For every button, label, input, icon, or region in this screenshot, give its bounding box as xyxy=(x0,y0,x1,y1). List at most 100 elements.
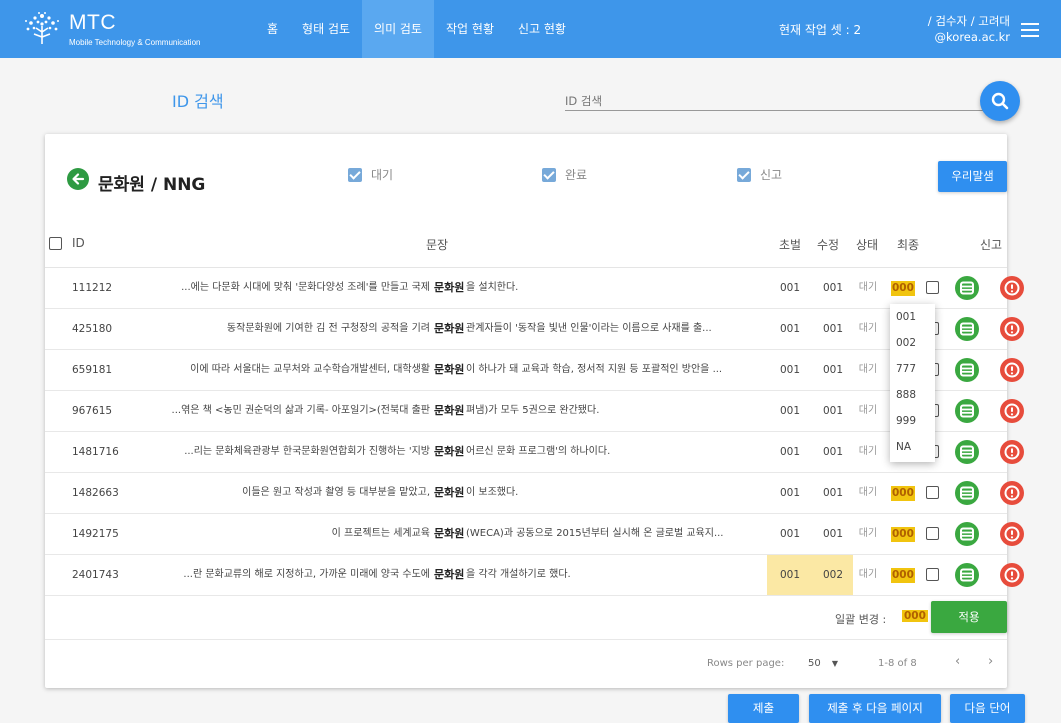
list-icon xyxy=(960,445,974,459)
sentence-target-word: 문화원 xyxy=(434,363,465,376)
id-search-input[interactable] xyxy=(565,91,1005,111)
dictionary-entry-button[interactable] xyxy=(955,481,979,505)
dictionary-entry-button[interactable] xyxy=(955,317,979,341)
nav-report-status[interactable]: 신고 현황 xyxy=(506,0,578,58)
report-button[interactable] xyxy=(1000,522,1024,546)
report-button[interactable] xyxy=(1000,317,1024,341)
dictionary-entry-button[interactable] xyxy=(955,358,979,382)
first-code: 001 xyxy=(767,555,813,595)
dictionary-entry-button[interactable] xyxy=(955,522,979,546)
arrow-left-icon xyxy=(72,173,85,185)
sentence-left-context: ...란 문화교류의 해로 지정하고, 가까운 미래에 양국 수도에 xyxy=(183,569,430,580)
top-navbar: MTC Mobile Technology & Communication 홈 … xyxy=(0,0,1061,58)
nav-work-status[interactable]: 작업 현황 xyxy=(434,0,506,58)
report-button[interactable] xyxy=(1000,481,1024,505)
back-button[interactable] xyxy=(67,168,89,190)
table-row[interactable]: 111212 ...에는 다문화 시대에 맞춰 '문화다양성 조례'를 만들고 국… xyxy=(45,268,1024,309)
logo-subtitle: Mobile Technology & Communication xyxy=(69,38,201,47)
col-final: 최종 xyxy=(897,238,920,252)
next-word-button[interactable]: 다음 단어 xyxy=(950,694,1025,723)
report-button[interactable] xyxy=(1000,563,1024,587)
report-button[interactable] xyxy=(1000,399,1024,423)
prev-page-icon[interactable]: ‹ xyxy=(955,654,960,669)
filter-label: 완료 xyxy=(565,168,588,182)
user-info: / 검수자 / 고려대 @korea.ac.kr xyxy=(905,13,1010,45)
dropdown-option[interactable]: NA xyxy=(890,434,935,460)
logo[interactable]: MTC Mobile Technology & Communication xyxy=(22,8,222,52)
tree-logo-icon xyxy=(25,12,59,44)
page-range: 1-8 of 8 xyxy=(878,658,917,669)
table-row[interactable]: 967615 ...엮은 책 <농민 권순덕의 삶과 기록- 아포일기>(전북대 … xyxy=(45,391,1024,432)
nav-sense-review[interactable]: 의미 검토 xyxy=(362,0,435,58)
row-checkbox[interactable] xyxy=(926,527,939,540)
row-checkbox[interactable] xyxy=(926,281,939,294)
select-all-checkbox[interactable] xyxy=(49,237,62,250)
report-button[interactable] xyxy=(1000,358,1024,382)
next-page-icon[interactable]: › xyxy=(988,654,993,669)
table-row[interactable]: 1481716 ...리는 문화체육관광부 한국문화원연합회가 진행하는 '지방 문… xyxy=(45,432,1024,473)
dropdown-option[interactable]: 888 xyxy=(890,382,935,408)
user-role: / 검수자 / 고려대 xyxy=(927,14,1010,28)
list-icon xyxy=(960,568,974,582)
submit-next-page-button[interactable]: 제출 후 다음 페이지 xyxy=(809,694,941,723)
rows-per-page-label: Rows per page: xyxy=(707,658,785,669)
final-code-badge[interactable]: 000 xyxy=(891,281,915,296)
table-row[interactable]: 1482663 이들은 원고 작성과 촬영 등 대부분을 맡았고, 문화원 이 보조했… xyxy=(45,473,1024,514)
report-button[interactable] xyxy=(1000,440,1024,464)
dropdown-option[interactable]: 001 xyxy=(890,304,935,330)
filter-done[interactable]: 완료 xyxy=(542,166,587,183)
rows-per-page-value: 50 xyxy=(808,658,821,669)
dictionary-button[interactable]: 우리말샘 xyxy=(938,161,1007,192)
table-row[interactable]: 2401743 ...란 문화교류의 해로 지정하고, 가까운 미래에 양국 수도… xyxy=(45,555,1024,596)
filter-waiting[interactable]: 대기 xyxy=(348,166,393,183)
list-icon xyxy=(960,322,974,336)
sentence-left-context: 동작문화원에 기여한 김 전 구청장의 공적을 기려 xyxy=(226,323,430,334)
final-code-badge[interactable]: 000 xyxy=(891,568,915,583)
dictionary-entry-button[interactable] xyxy=(955,563,979,587)
submit-button[interactable]: 제출 xyxy=(728,694,799,723)
list-icon xyxy=(960,404,974,418)
sentence-right-context: 을 각각 개설하기로 했다. xyxy=(466,569,571,580)
row-id: 659181 xyxy=(72,364,113,376)
dictionary-entry-button[interactable] xyxy=(955,276,979,300)
search-icon xyxy=(991,92,1009,110)
table-row[interactable]: 659181 이에 따라 서울대는 교무처와 교수학습개발센터, 대학생활 문화원 이… xyxy=(45,350,1024,391)
dropdown-option[interactable]: 777 xyxy=(890,356,935,382)
apply-button[interactable]: 적용 xyxy=(931,601,1007,633)
status-text: 대기 xyxy=(858,364,878,375)
sentence-right-context: (WECA)과 공동으로 2015년부터 실시해 온 글로벌 교육지... xyxy=(466,528,724,539)
dictionary-entry-button[interactable] xyxy=(955,440,979,464)
sentence-target-word: 문화원 xyxy=(434,486,465,499)
rows-per-page-select[interactable]: 50 ▼ xyxy=(808,658,838,669)
row-checkbox[interactable] xyxy=(926,486,939,499)
final-code-badge[interactable]: 000 xyxy=(891,527,915,542)
search-button[interactable] xyxy=(980,81,1020,121)
table-header: ID 문장 초벌 수정 상태 최종 신고 xyxy=(45,220,1007,268)
row-checkbox[interactable] xyxy=(926,568,939,581)
nav-home[interactable]: 홈 xyxy=(255,0,290,58)
checkbox-checked-icon xyxy=(348,167,362,182)
row-id: 1492175 xyxy=(72,528,119,540)
nav-morph-review[interactable]: 형태 검토 xyxy=(290,0,362,58)
first-code: 001 xyxy=(779,528,801,540)
row-id: 425180 xyxy=(72,323,113,335)
bulk-change-value[interactable]: 000 xyxy=(902,610,928,622)
alert-icon xyxy=(1004,444,1020,460)
table-row[interactable]: 425180 동작문화원에 기여한 김 전 구청장의 공적을 기려 문화원 관계자들이… xyxy=(45,309,1024,350)
report-button[interactable] xyxy=(1000,276,1024,300)
first-code: 001 xyxy=(779,487,801,499)
sentence-left-context: ...엮은 책 <농민 권순덕의 삶과 기록- 아포일기>(전북대 출판 xyxy=(171,405,430,416)
final-code-badge[interactable]: 000 xyxy=(891,486,915,501)
hamburger-menu-icon[interactable] xyxy=(1021,23,1039,37)
filter-reported[interactable]: 신고 xyxy=(737,166,782,183)
dictionary-entry-button[interactable] xyxy=(955,399,979,423)
sentence-right-context: 이 하나가 돼 교육과 학습, 정서적 지원 등 포괄적인 방안을 ... xyxy=(466,364,723,375)
dropdown-option[interactable]: 002 xyxy=(890,330,935,356)
revised-code: 001 xyxy=(822,446,844,458)
status-text: 대기 xyxy=(858,569,878,580)
list-icon xyxy=(960,363,974,377)
alert-icon xyxy=(1004,321,1020,337)
table-row[interactable]: 1492175 이 프로젝트는 세계교육 문화원 (WECA)과 공동으로 2015년… xyxy=(45,514,1024,555)
sentence-target-word: 문화원 xyxy=(434,322,465,335)
dropdown-option[interactable]: 999 xyxy=(890,408,935,434)
